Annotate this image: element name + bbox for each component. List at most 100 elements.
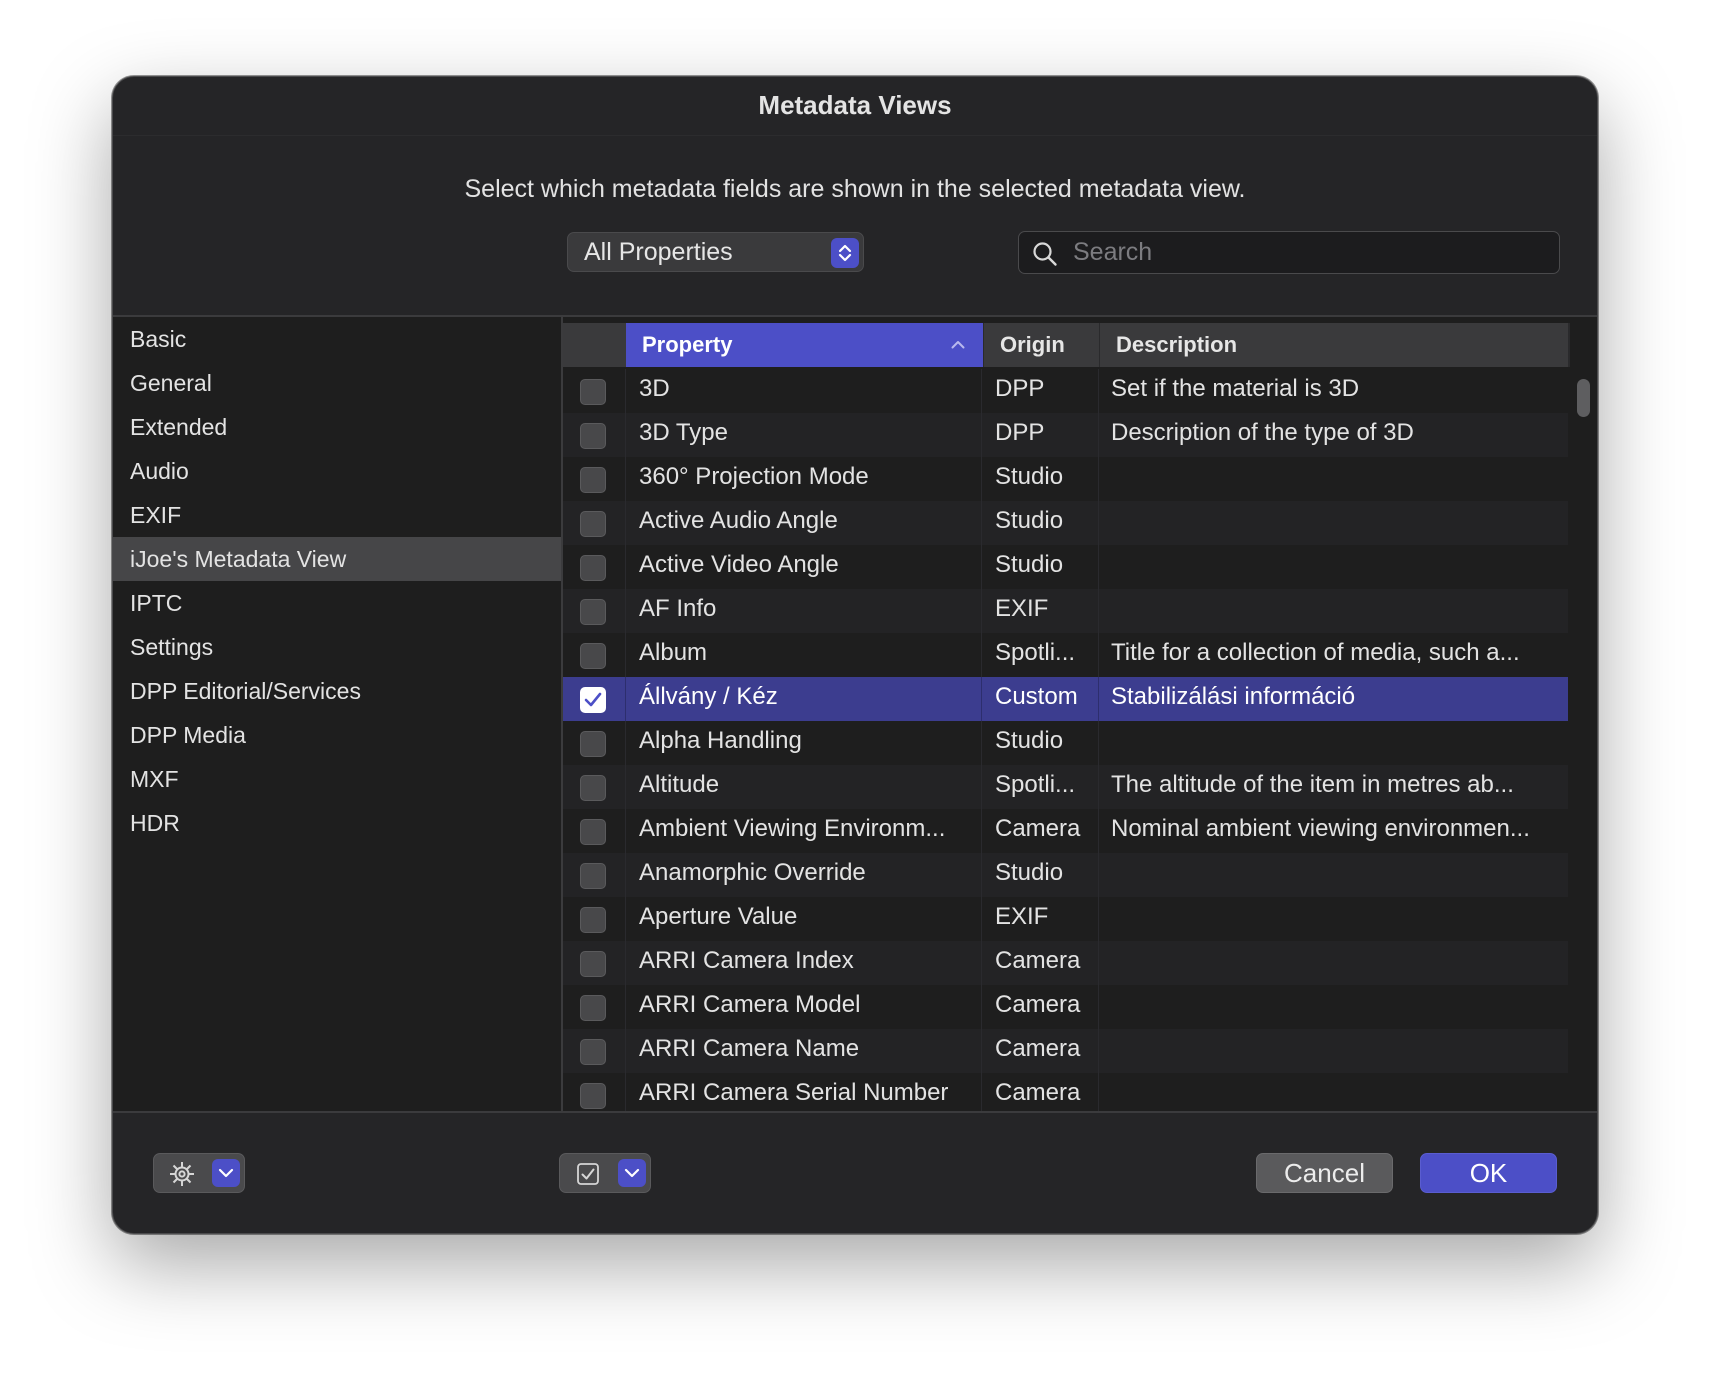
header-property[interactable]: Property: [626, 323, 983, 367]
table-row[interactable]: Állvány / Kéz Custom Stabilizálási informá…: [563, 677, 1568, 721]
row-checkbox[interactable]: [580, 907, 606, 933]
column-divider: [625, 413, 626, 457]
column-divider: [981, 765, 982, 809]
row-checkbox[interactable]: [580, 379, 606, 405]
table-scrollbar-thumb[interactable]: [1577, 379, 1590, 417]
check-actions-menu-button[interactable]: [559, 1153, 651, 1193]
table-row[interactable]: Album Spotli... Title for a collection of …: [563, 633, 1568, 677]
row-checkbox[interactable]: [580, 731, 606, 757]
column-divider: [1098, 721, 1099, 765]
row-checkbox[interactable]: [580, 643, 606, 669]
origin-cell: Custom: [995, 683, 1078, 710]
description-cell: [1111, 853, 1561, 897]
column-divider: [981, 721, 982, 765]
chevron-down-icon: [212, 1159, 240, 1187]
row-checkbox[interactable]: [580, 995, 606, 1021]
column-divider: [1098, 765, 1099, 809]
row-checkbox[interactable]: [580, 951, 606, 977]
column-divider: [1098, 985, 1099, 1029]
header-origin[interactable]: Origin: [983, 323, 1099, 367]
header-description[interactable]: Description: [1099, 323, 1568, 367]
origin-cell: Camera: [995, 1035, 1081, 1062]
table-row[interactable]: ARRI Camera Serial Number Camera: [563, 1073, 1568, 1111]
view-actions-menu-button[interactable]: [153, 1153, 245, 1193]
instruction-text: Select which metadata fields are shown i…: [464, 175, 1246, 203]
description-cell: Set if the material is 3D: [1111, 375, 1360, 402]
search-input[interactable]: [1073, 232, 1543, 273]
description-cell: [1111, 457, 1561, 501]
origin-cell: Camera: [995, 947, 1081, 974]
sidebar-item[interactable]: DPP Editorial/Services: [113, 669, 561, 713]
table-row[interactable]: ARRI Camera Name Camera: [563, 1029, 1568, 1073]
row-checkbox[interactable]: [580, 775, 606, 801]
sort-ascending-icon: [951, 341, 965, 349]
sidebar-item[interactable]: DPP Media: [113, 713, 561, 757]
column-divider: [625, 633, 626, 677]
description-cell: [1111, 589, 1561, 633]
sidebar-item[interactable]: Audio: [113, 449, 561, 493]
sidebar-item[interactable]: MXF: [113, 757, 561, 801]
table-row[interactable]: Anamorphic Override Studio: [563, 853, 1568, 897]
property-cell: Állvány / Kéz: [639, 683, 778, 710]
table-row[interactable]: ARRI Camera Model Camera: [563, 985, 1568, 1029]
row-checkbox[interactable]: [580, 467, 606, 493]
column-divider: [1098, 457, 1099, 501]
row-checkbox[interactable]: [580, 687, 606, 713]
column-divider: [981, 369, 982, 413]
row-checkbox[interactable]: [580, 863, 606, 889]
sidebar-item[interactable]: Extended: [113, 405, 561, 449]
row-checkbox[interactable]: [580, 1083, 606, 1109]
table-row[interactable]: AF Info EXIF: [563, 589, 1568, 633]
table-rows: 3D DPP Set if the material is 3D 3D Type DPP…: [563, 369, 1568, 1111]
sidebar-item[interactable]: iJoe's Metadata View: [113, 537, 561, 581]
table-header: Property Origin Description: [563, 323, 1568, 367]
column-divider: [625, 941, 626, 985]
header-property-label: Property: [642, 332, 733, 357]
sidebar-item[interactable]: Basic: [113, 317, 561, 361]
row-checkbox[interactable]: [580, 599, 606, 625]
table-row[interactable]: Active Video Angle Studio: [563, 545, 1568, 589]
sidebar-item[interactable]: IPTC: [113, 581, 561, 625]
description-cell: [1111, 941, 1561, 985]
column-divider: [981, 545, 982, 589]
sidebar-item[interactable]: EXIF: [113, 493, 561, 537]
row-checkbox[interactable]: [580, 555, 606, 581]
table-row[interactable]: 360° Projection Mode Studio: [563, 457, 1568, 501]
row-checkbox[interactable]: [580, 819, 606, 845]
property-cell: Ambient Viewing Environm...: [639, 815, 946, 842]
header-check-column[interactable]: [563, 323, 626, 367]
table-row[interactable]: Altitude Spotli... The altitude of the ite…: [563, 765, 1568, 809]
property-cell: 3D: [639, 375, 670, 402]
description-cell: [1111, 501, 1561, 545]
column-divider: [1098, 677, 1099, 721]
ok-button[interactable]: OK: [1420, 1153, 1557, 1193]
row-checkbox[interactable]: [580, 423, 606, 449]
column-divider: [981, 501, 982, 545]
row-checkbox[interactable]: [580, 511, 606, 537]
property-cell: ARRI Camera Serial Number: [639, 1079, 949, 1106]
column-divider: [625, 545, 626, 589]
description-cell: [1111, 545, 1561, 589]
column-divider: [981, 413, 982, 457]
table-row[interactable]: Alpha Handling Studio: [563, 721, 1568, 765]
sidebar-item[interactable]: General: [113, 361, 561, 405]
table-row[interactable]: 3D Type DPP Description of the type of 3D: [563, 413, 1568, 457]
sidebar-item[interactable]: HDR: [113, 801, 561, 845]
row-checkbox[interactable]: [580, 1039, 606, 1065]
description-cell: [1111, 721, 1561, 765]
table-row[interactable]: Aperture Value EXIF: [563, 897, 1568, 941]
table-row[interactable]: Active Audio Angle Studio: [563, 501, 1568, 545]
table-row[interactable]: ARRI Camera Index Camera: [563, 941, 1568, 985]
table-row[interactable]: 3D DPP Set if the material is 3D: [563, 369, 1568, 413]
column-divider: [1098, 501, 1099, 545]
properties-filter-popup[interactable]: All Properties: [567, 232, 864, 272]
sidebar-item[interactable]: Settings: [113, 625, 561, 669]
table-row[interactable]: Ambient Viewing Environm... Camera Nominal…: [563, 809, 1568, 853]
checkbox-icon: [577, 1163, 599, 1185]
column-divider: [625, 1029, 626, 1073]
column-divider: [981, 941, 982, 985]
cancel-button[interactable]: Cancel: [1256, 1153, 1393, 1193]
search-field[interactable]: [1018, 231, 1560, 274]
header-description-label: Description: [1116, 332, 1238, 357]
column-divider: [625, 853, 626, 897]
